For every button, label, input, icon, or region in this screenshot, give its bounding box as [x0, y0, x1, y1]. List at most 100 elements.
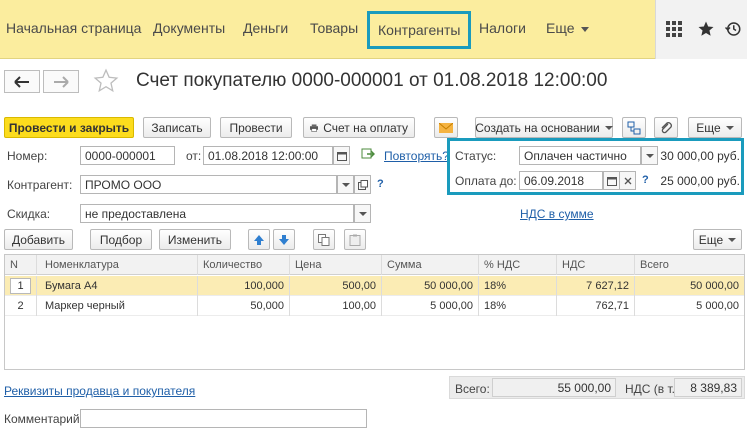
calendar-button[interactable]	[333, 146, 350, 165]
counterparty-label: Контрагент:	[7, 178, 73, 192]
structure-button[interactable]	[622, 117, 646, 138]
status-dropdown-button[interactable]	[641, 146, 658, 165]
vat-in-sum-link[interactable]: НДС в сумме	[520, 207, 594, 221]
counterparty-field[interactable]: ПРОМО ООО	[80, 175, 337, 194]
counterparty-dropdown-button[interactable]	[337, 175, 354, 194]
chevron-down-icon	[341, 182, 350, 187]
due-calendar-button[interactable]	[603, 171, 620, 190]
save-button[interactable]: Записать	[143, 117, 211, 138]
cell-n-value: 1	[10, 278, 31, 294]
attach-button[interactable]	[654, 117, 678, 138]
due-clear-button[interactable]	[619, 171, 636, 190]
chevron-down-icon	[604, 125, 613, 130]
cell-sum: 50 000,00	[382, 276, 479, 296]
edit-button[interactable]: Изменить	[159, 229, 231, 250]
due-help-icon[interactable]: ?	[642, 174, 649, 186]
back-button[interactable]	[4, 70, 40, 93]
email-button[interactable]	[434, 117, 458, 138]
col-header-quantity[interactable]: Количество	[198, 255, 290, 275]
forward-button[interactable]	[43, 70, 79, 93]
status-select[interactable]: Оплачен частично	[519, 146, 641, 165]
copy-icon	[318, 233, 330, 246]
pick-button[interactable]: Подбор	[90, 229, 152, 250]
date-field[interactable]: 01.08.2018 12:00:00	[203, 146, 333, 165]
repeat-link[interactable]: Повторять?	[384, 149, 449, 163]
favorite-star-icon[interactable]	[93, 68, 119, 94]
move-up-button[interactable]	[248, 229, 270, 250]
date-label: от:	[186, 149, 202, 163]
arrow-right-icon	[54, 75, 69, 88]
col-header-price[interactable]: Цена	[290, 255, 382, 275]
more-actions-button[interactable]: Еще	[688, 117, 742, 138]
grid-menu-icon[interactable]	[666, 21, 682, 37]
vat-total-value: 8 389,83	[674, 378, 742, 397]
calendar-icon	[606, 176, 617, 186]
totals-panel: Всего: 55 000,00 НДС (в т.ч.): 8 389,83	[449, 376, 745, 399]
col-header-total[interactable]: Всего	[635, 255, 744, 275]
cell-vat: 7 627,12	[557, 276, 635, 296]
paste-icon	[349, 234, 361, 246]
chevron-down-icon	[358, 211, 367, 216]
chevron-down-icon	[580, 26, 589, 32]
cell-item: Маркер черный	[40, 296, 198, 316]
number-label: Номер:	[7, 149, 48, 163]
nav-item-money[interactable]: Деньги	[243, 20, 288, 36]
post-button[interactable]: Провести	[220, 117, 292, 138]
arrow-left-icon	[14, 75, 29, 88]
status-label: Статус:	[455, 149, 497, 163]
move-down-button[interactable]	[273, 229, 295, 250]
discount-dropdown-button[interactable]	[354, 204, 371, 223]
table-row[interactable]: 1 Бумага А4 100,000 500,00 50 000,00 18%…	[5, 276, 744, 296]
col-header-vat-rate[interactable]: % НДС	[479, 255, 557, 275]
close-icon	[624, 177, 631, 184]
nav-item-goods[interactable]: Товары	[310, 20, 358, 36]
print-invoice-label: Счет на оплату	[323, 120, 408, 135]
col-header-n[interactable]: N	[5, 255, 37, 275]
cell-price: 100,00	[290, 296, 382, 316]
total-value: 55 000,00	[492, 378, 616, 397]
counterparty-open-button[interactable]	[354, 175, 371, 194]
cell-sum: 5 000,00	[382, 296, 479, 316]
nav-item-taxes[interactable]: Налоги	[479, 20, 526, 36]
cell-item: Бумага А4	[40, 276, 198, 296]
post-and-close-button[interactable]: Провести и закрыть	[4, 117, 134, 138]
copy-row-button[interactable]	[313, 229, 335, 250]
table-row[interactable]: 2 Маркер черный 50,000 100,00 5 000,00 1…	[5, 296, 744, 316]
col-header-sum[interactable]: Сумма	[382, 255, 479, 275]
col-header-vat[interactable]: НДС	[557, 255, 635, 275]
cell-vat-rate: 18%	[479, 276, 557, 296]
due-date-field[interactable]: 06.09.2018	[519, 171, 603, 190]
nav-more-label: Еще	[546, 20, 575, 36]
structure-icon	[627, 121, 641, 134]
col-header-item[interactable]: Номенклатура	[40, 255, 198, 275]
top-nav: Начальная страница Документы Деньги Това…	[0, 0, 747, 59]
cell-total: 50 000,00	[690, 280, 739, 292]
discount-select[interactable]: не предоставлена	[80, 204, 354, 223]
number-field[interactable]: 0000-000001	[80, 146, 175, 165]
add-row-button[interactable]: Добавить	[4, 229, 73, 250]
star-icon[interactable]	[697, 20, 715, 38]
nav-item-documents[interactable]: Документы	[153, 20, 225, 36]
chevron-down-icon	[645, 153, 654, 158]
nav-item-home[interactable]: Начальная страница	[6, 20, 141, 36]
comment-field[interactable]	[80, 409, 367, 428]
chevron-down-icon	[725, 125, 734, 130]
goods-table[interactable]: N Номенклатура Количество Цена Сумма % Н…	[4, 254, 745, 370]
requisites-link[interactable]: Реквизиты продавца и покупателя	[4, 384, 195, 398]
nav-item-more[interactable]: Еще	[546, 20, 589, 36]
cell-quantity: 50,000	[198, 296, 290, 316]
print-invoice-button[interactable]: Счет на оплату	[303, 117, 415, 138]
paperclip-icon	[661, 121, 672, 133]
history-icon[interactable]	[724, 20, 742, 38]
calendar-icon	[336, 151, 347, 161]
total-label: Всего:	[455, 382, 490, 396]
nav-item-counterparties[interactable]: Контрагенты	[367, 11, 472, 49]
table-more-button[interactable]: Еще	[693, 229, 742, 250]
counterparty-help-icon[interactable]: ?	[377, 178, 384, 190]
due-amount: 25 000,00 руб.	[660, 174, 740, 188]
due-date-label: Оплата до:	[455, 174, 517, 188]
more-actions-label: Еще	[696, 120, 721, 135]
paste-row-button[interactable]	[344, 229, 366, 250]
create-based-on-button[interactable]: Создать на основании	[475, 117, 613, 138]
repeat-icon[interactable]	[361, 147, 375, 161]
